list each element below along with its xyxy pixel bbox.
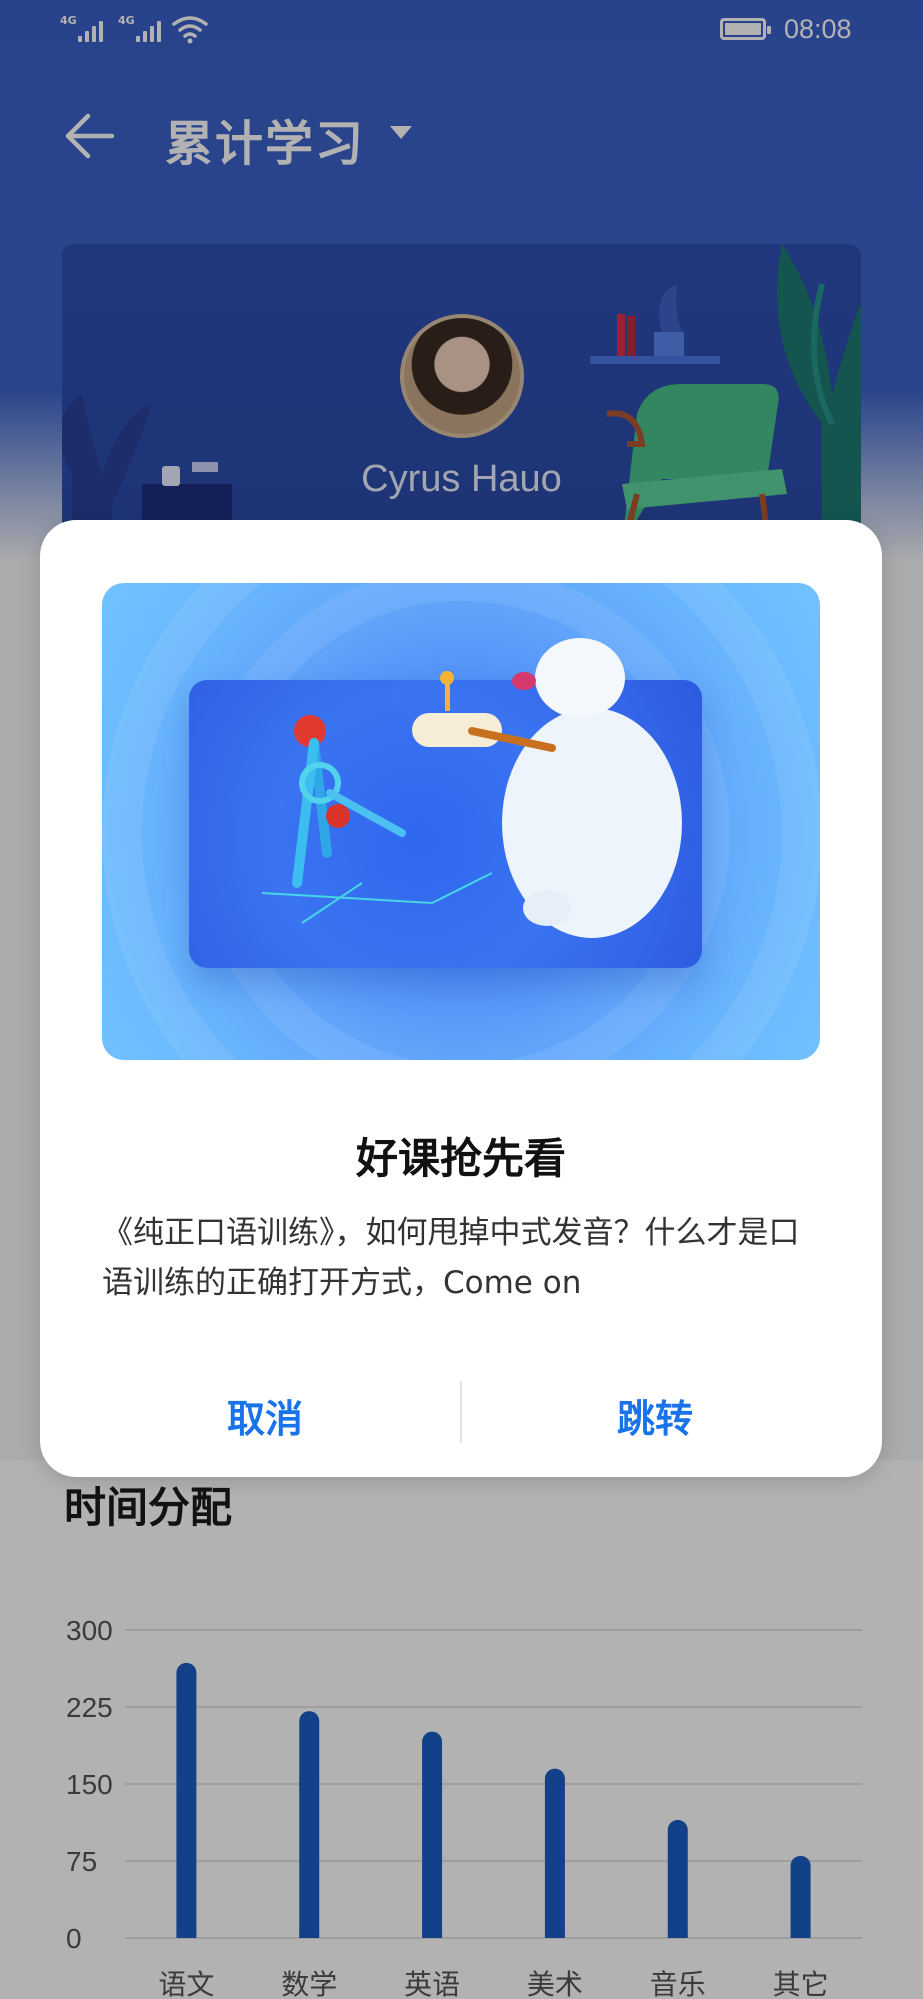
dialog-banner — [102, 583, 820, 1060]
cancel-button[interactable]: 取消 — [70, 1375, 460, 1455]
bear-illustration — [261, 638, 682, 938]
dialog-message: 《纯正口语训练》，如何甩掉中式发音？什么才是口语训练的正确打开方式，Come o… — [102, 1215, 800, 1301]
jump-button[interactable]: 跳转 — [460, 1375, 850, 1455]
dialog-title: 好课抢先看 — [355, 1134, 566, 1183]
dialog-actions: 取消 跳转 — [40, 1375, 882, 1455]
promo-dialog: 好课抢先看 《纯正口语训练》，如何甩掉中式发音？什么才是口语训练的正确打开方式，… — [40, 520, 882, 1477]
